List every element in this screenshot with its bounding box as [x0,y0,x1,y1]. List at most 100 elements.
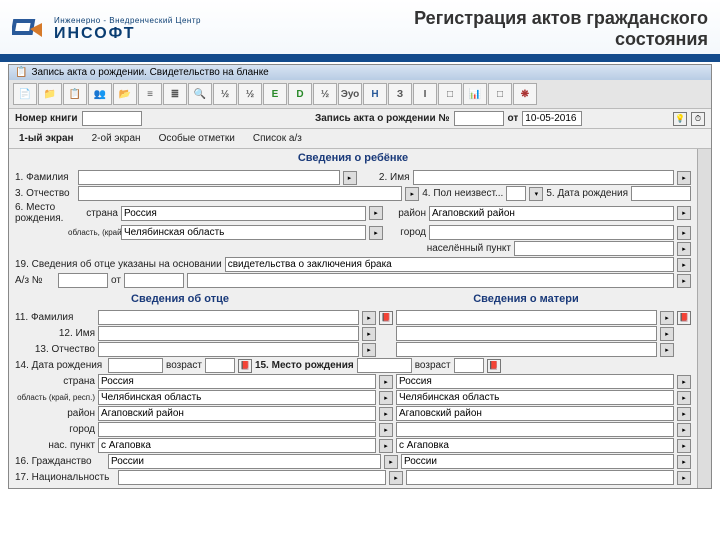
tb-z-icon[interactable]: З [388,83,412,105]
tb-folder-icon[interactable]: 📂 [113,83,137,105]
dd-icon[interactable]: ▸ [660,311,674,325]
region-input[interactable] [121,225,366,240]
f-district[interactable] [98,406,376,421]
tb-list1-icon[interactable]: ≡ [138,83,162,105]
book-icon[interactable]: 📕 [379,311,393,325]
m-age[interactable] [454,358,484,373]
act-date-input[interactable] [522,111,582,126]
dd-icon[interactable]: ▾ [529,187,543,201]
dob-input[interactable] [631,186,691,201]
f-name[interactable] [98,326,359,341]
dd-icon[interactable]: ▸ [379,439,393,453]
dd-icon[interactable]: ▸ [677,226,691,240]
dd-icon[interactable]: ▸ [677,391,691,405]
dd-icon[interactable]: ▸ [677,423,691,437]
dd-icon[interactable]: ▸ [379,407,393,421]
tb-new-icon[interactable]: 📄 [13,83,37,105]
m-name[interactable] [396,326,657,341]
tab-notes[interactable]: Особые отметки [155,131,239,146]
scrollbar[interactable] [697,149,711,488]
m-dob[interactable] [357,358,412,373]
m-district[interactable] [396,406,674,421]
f-region[interactable] [98,390,376,405]
book-icon[interactable]: 📕 [487,359,501,373]
dd-icon[interactable]: ▸ [405,187,419,201]
tb-d-icon[interactable]: D [288,83,312,105]
tb-list2-icon[interactable]: ≣ [163,83,187,105]
tb-close-icon[interactable]: ❋ [513,83,537,105]
dd-icon[interactable]: ▸ [677,274,691,288]
tab-list[interactable]: Список а/з [249,131,306,146]
country-input[interactable] [121,206,366,221]
dd-icon[interactable]: ▸ [362,327,376,341]
district-input[interactable] [429,206,674,221]
tb-frac3-icon[interactable]: ½ [313,83,337,105]
m-city[interactable] [396,422,674,437]
surname-input[interactable] [78,170,340,185]
dd-icon[interactable]: ▸ [369,206,383,220]
basis-input[interactable] [225,257,674,272]
dd-icon[interactable]: ▸ [362,343,376,357]
f-surname[interactable] [98,310,359,325]
sex-input[interactable] [506,186,526,201]
dd-icon[interactable]: ▸ [384,455,398,469]
m-region[interactable] [396,390,674,405]
tb-save-icon[interactable]: 📋 [63,83,87,105]
tb-chart-icon[interactable]: 📊 [463,83,487,105]
dd-icon[interactable]: ▸ [660,327,674,341]
dd-icon[interactable]: ▸ [677,171,691,185]
f-city[interactable] [98,422,376,437]
dd-icon[interactable]: ▸ [677,206,691,220]
tab-screen2[interactable]: 2-ой экран [88,131,145,146]
dd-icon[interactable]: ▸ [343,171,357,185]
az-text-input[interactable] [187,273,674,288]
m-nationality[interactable] [406,470,674,485]
timer-icon[interactable]: ⏱ [691,112,705,126]
tb-search-icon[interactable]: 🔍 [188,83,212,105]
f-settle[interactable] [98,438,376,453]
tb-frac2-icon[interactable]: ½ [238,83,262,105]
f-dob[interactable] [108,358,163,373]
tb-euo-icon[interactable]: Эуо [338,83,362,105]
book-icon[interactable]: 📕 [677,311,691,325]
settlement-input[interactable] [514,241,674,256]
f-country[interactable] [98,374,376,389]
tb-n-icon[interactable]: Н [363,83,387,105]
m-settle[interactable] [396,438,674,453]
dd-icon[interactable]: ▸ [677,258,691,272]
dd-icon[interactable]: ▸ [362,311,376,325]
dd-icon[interactable]: ▸ [677,407,691,421]
tb-box2-icon[interactable]: □ [488,83,512,105]
m-patr[interactable] [396,342,657,357]
dd-icon[interactable]: ▸ [369,226,383,240]
tb-box-icon[interactable]: □ [438,83,462,105]
tb-i-icon[interactable]: I [413,83,437,105]
book-icon[interactable]: 📕 [238,359,252,373]
dd-icon[interactable]: ▸ [677,375,691,389]
dd-icon[interactable]: ▸ [379,391,393,405]
f-patr[interactable] [98,342,359,357]
f-age[interactable] [205,358,235,373]
az-date-input[interactable] [124,273,184,288]
az-no-input[interactable] [58,273,108,288]
f-nationality[interactable] [118,470,386,485]
dd-icon[interactable]: ▸ [379,375,393,389]
patronymic-input[interactable] [78,186,402,201]
tab-screen1[interactable]: 1-ый экран [15,131,78,146]
dd-icon[interactable]: ▸ [677,455,691,469]
tb-frac1-icon[interactable]: ½ [213,83,237,105]
tb-users-icon[interactable]: 👥 [88,83,112,105]
name-input[interactable] [413,170,675,185]
dd-icon[interactable]: ▸ [389,471,403,485]
dd-icon[interactable]: ▸ [379,423,393,437]
f-citizenship[interactable] [108,454,381,469]
dd-icon[interactable]: ▸ [677,471,691,485]
city-input[interactable] [429,225,674,240]
tb-open-icon[interactable]: 📁 [38,83,62,105]
m-country[interactable] [396,374,674,389]
dd-icon[interactable]: ▸ [660,343,674,357]
dd-icon[interactable]: ▸ [677,242,691,256]
book-no-input[interactable] [82,111,142,126]
m-surname[interactable] [396,310,657,325]
m-citizenship[interactable] [401,454,674,469]
